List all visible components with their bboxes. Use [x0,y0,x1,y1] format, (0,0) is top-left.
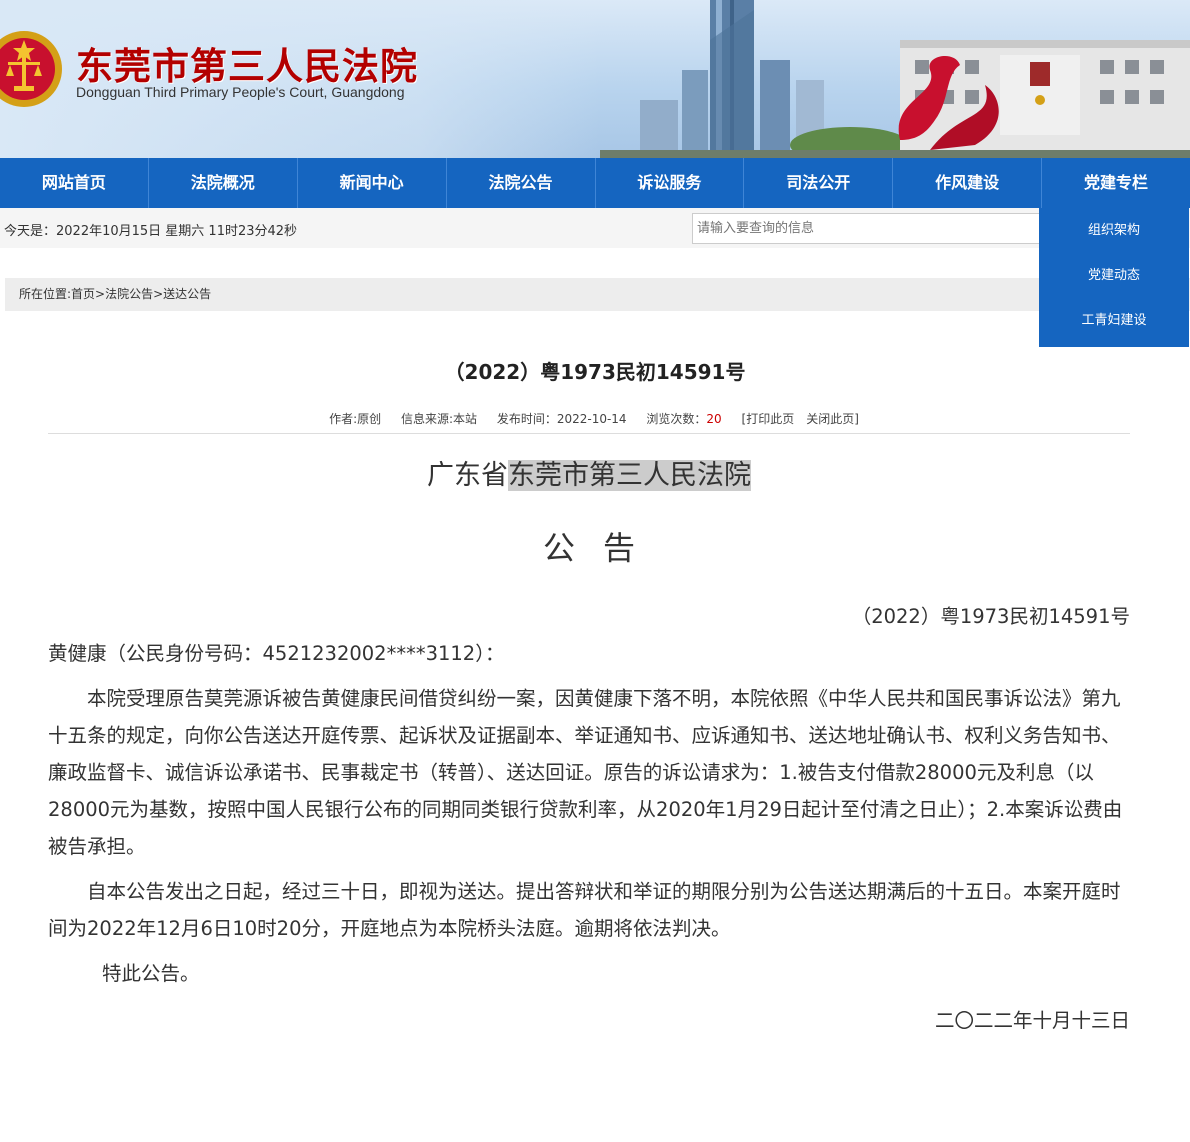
notice-paragraph-1: 本院受理原告莫莞源诉被告黄健康民间借贷纠纷一案，因黄健康下落不明，本院依照《中华… [48,687,1123,858]
nav-party-column[interactable]: 党建专栏 [1042,158,1190,208]
nav-court-overview[interactable]: 法院概况 [149,158,298,208]
nav-litigation-services[interactable]: 诉讼服务 [596,158,745,208]
print-page-link[interactable]: [打印此页 [742,412,795,426]
close-page-link[interactable]: 关闭此页] [806,412,859,426]
closing-remark: 特此公告。 [102,962,200,985]
party-column-dropdown: 组织架构 党建动态 工青妇建设 [1039,208,1189,347]
meta-views: 浏览次数：20 [646,412,721,426]
notice-heading: 公告 [542,529,663,567]
notice-date: 二〇二二年十月十三日 [934,1009,1130,1032]
meta-author: 作者:原创 [329,412,382,426]
meta-views-label: 浏览次数： [646,412,707,426]
court-name: 东莞市第三人民法院 [76,44,418,88]
nav-conduct-building[interactable]: 作风建设 [893,158,1043,208]
notice-paragraph-2: 自本公告发出之日起，经过三十日，即视为送达。提出答辩状和举证的期限分别为公告送达… [48,880,1121,940]
notice-body: （2022）粤1973民初14591号 黄健康（公民身份号码：452123200… [48,598,1130,1039]
dropdown-item-party-news[interactable]: 党建动态 [1039,253,1189,298]
court-heading: 广东省东莞市第三人民法院 [0,453,1178,492]
dropdown-item-union-building[interactable]: 工青妇建设 [1039,298,1189,343]
header-banner: 东莞市第三人民法院 Dongguan Third Primary People'… [0,0,1190,158]
nav-news-center[interactable]: 新闻中心 [298,158,447,208]
meta-published: 发布时间：2022-10-14 [496,412,627,426]
court-name-english: Dongguan Third Primary People's Court, G… [76,84,405,100]
banner-illustration [600,0,1190,158]
view-count: 20 [706,412,722,426]
main-nav: 网站首页 法院概况 新闻中心 法院公告 诉讼服务 司法公开 作风建设 党建专栏 [0,158,1190,208]
current-datetime: 今天是：2022年10月15日 星期六 11时23分42秒 [4,224,298,239]
divider [48,433,1130,434]
article-meta: 作者:原创 信息来源:本站 发布时间：2022-10-14 浏览次数：20 [打… [0,410,1180,427]
nav-judicial-openness[interactable]: 司法公开 [744,158,894,208]
search-input[interactable] [692,213,1042,244]
court-heading-highlight: 东莞市第三人民法院 [508,460,751,491]
nav-court-notices[interactable]: 法院公告 [447,158,596,208]
breadcrumb: 所在位置:首页>法院公告>送达公告 [5,278,1190,311]
meta-source: 信息来源:本站 [400,412,477,426]
addressee: 黄健康（公民身份号码：4521232002****3112）： [48,642,505,665]
nav-home[interactable]: 网站首页 [0,158,149,208]
court-heading-prefix: 广东省 [427,460,508,491]
court-emblem-icon [0,31,62,107]
dropdown-item-organization[interactable]: 组织架构 [1039,208,1189,253]
article-title: （2022）粤1973民初14591号 [444,360,746,384]
case-number: （2022）粤1973民初14591号 [851,605,1130,628]
